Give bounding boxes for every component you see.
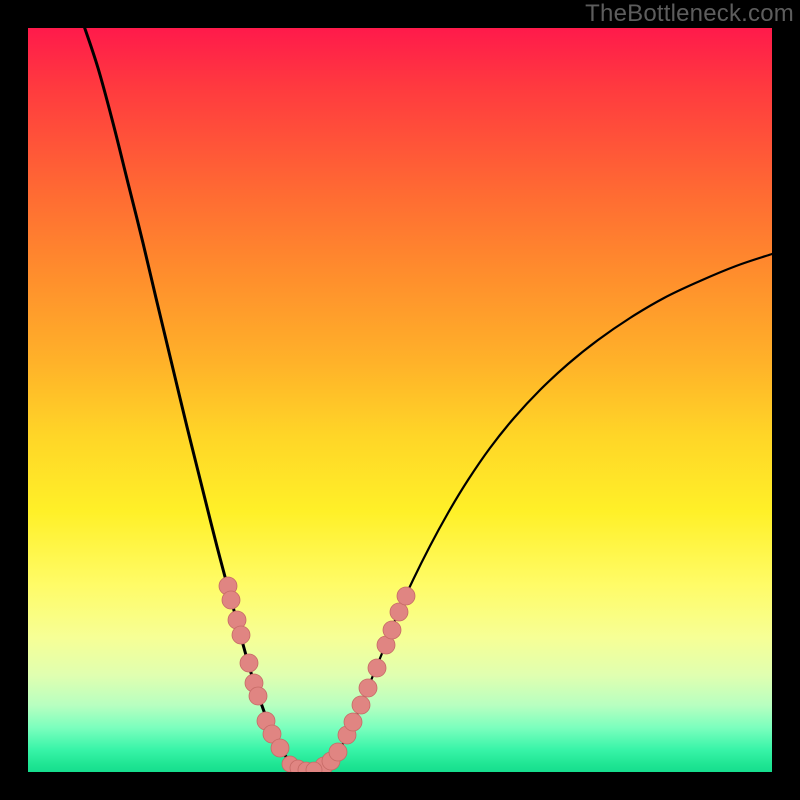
- marker-right: [359, 679, 377, 697]
- marker-right: [352, 696, 370, 714]
- curves-svg: [28, 28, 772, 772]
- plot-area: [28, 28, 772, 772]
- markers-group: [219, 577, 415, 772]
- marker-left: [249, 687, 267, 705]
- watermark-text: TheBottleneck.com: [585, 0, 794, 28]
- marker-left: [271, 739, 289, 757]
- marker-left: [240, 654, 258, 672]
- marker-right: [383, 621, 401, 639]
- chart-frame: TheBottleneck.com: [0, 0, 800, 800]
- marker-right: [390, 603, 408, 621]
- curve-left-branch: [83, 28, 308, 771]
- marker-left: [222, 591, 240, 609]
- marker-right: [329, 743, 347, 761]
- marker-right: [397, 587, 415, 605]
- curve-right-branch: [308, 254, 772, 771]
- marker-right: [368, 659, 386, 677]
- marker-left: [232, 626, 250, 644]
- marker-right: [344, 713, 362, 731]
